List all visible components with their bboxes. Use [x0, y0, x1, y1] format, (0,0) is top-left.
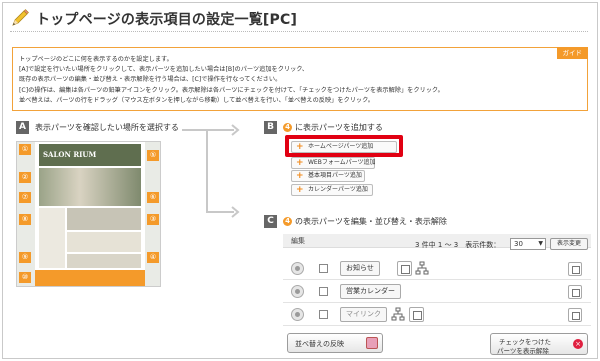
thumb-tab-7[interactable]: ⑦ [19, 192, 31, 203]
add-webform-part-button[interactable]: + WEBフォームパーツ追加 [291, 157, 376, 169]
per-page-value: 30 [514, 240, 523, 248]
thumb-tab-8[interactable]: ⑧ [19, 214, 31, 225]
guide-badge: ガイド [556, 47, 588, 59]
thumb-tab-5[interactable]: ⑤ [147, 150, 159, 161]
hide-checked-button[interactable]: チェックをつけた パーツを表示解除 × [490, 333, 588, 355]
tree-icon[interactable] [391, 307, 405, 322]
hide-checked-line2: パーツを表示解除 [497, 347, 549, 355]
pencil-icon [12, 9, 29, 26]
add-calendar-part-label: カレンダーパーツ追加 [308, 186, 368, 193]
section-c-num: 4 [283, 217, 292, 226]
section-b-heading: B 4 に表示パーツを追加する [264, 121, 383, 134]
arrow-head-c-icon [231, 206, 240, 218]
thumb-tab-2[interactable]: ② [19, 172, 31, 183]
reorder-icon [366, 337, 378, 349]
gear-icon[interactable] [291, 262, 304, 275]
section-c-text: の表示パーツを編集・並び替え・表示解除 [295, 217, 447, 226]
guide-line-2: [A]で設定を行いたい場所をクリックして、表示パーツを追加したい場合は[B]のパ… [19, 66, 309, 73]
part-button[interactable]: お知らせ [340, 261, 380, 276]
per-page-select[interactable]: 30 ▼ [510, 238, 546, 250]
chevron-down-icon: ▼ [538, 240, 543, 247]
section-b-text: に表示パーツを追加する [295, 123, 383, 132]
highlight-box [285, 135, 403, 157]
row-checkbox[interactable] [319, 287, 328, 296]
edit-column-header: 編集 [291, 237, 305, 245]
remove-icon: × [573, 339, 583, 349]
part-button[interactable]: マイリンク [340, 307, 387, 322]
page-title: トップページの表示項目の設定一覧[PC] [36, 12, 298, 28]
thumb-tab-6[interactable]: ⑥ [147, 192, 159, 203]
table-row[interactable]: お知らせ [283, 258, 591, 280]
apply-order-label: 並べ替えの反映 [295, 340, 344, 348]
edit-icon[interactable] [397, 261, 412, 276]
section-b-num: 4 [283, 123, 292, 132]
change-display-button[interactable]: 表示変更 [550, 238, 588, 250]
add-basic-part-button[interactable]: + 基本項目パーツ追加 [291, 170, 365, 182]
section-c-heading: C 4 の表示パーツを編集・並び替え・表示解除 [264, 215, 447, 228]
arrow-to-b [182, 129, 234, 131]
arrow-vertical [206, 130, 208, 212]
thumb-tab-3[interactable]: ③ [147, 214, 159, 225]
thumb-sidebar [39, 208, 65, 268]
thumb-block-1 [67, 208, 141, 230]
plus-icon: + [296, 185, 304, 195]
title-bar: トップページの表示項目の設定一覧[PC] [10, 6, 588, 32]
gear-icon[interactable] [291, 285, 304, 298]
thumb-tab-10[interactable]: ⑩ [19, 272, 31, 283]
thumb-block-2 [67, 232, 141, 252]
section-c-letter: C [264, 215, 277, 228]
table-row[interactable]: 営業カレンダー [283, 281, 591, 303]
row-checkbox[interactable] [319, 264, 328, 273]
layout-thumbnail[interactable]: SALON RIUM ① ② ⑦ ⑧ ⑨ ⑩ ⑤ ⑥ ③ ④ [16, 141, 161, 287]
edit-icon[interactable] [409, 307, 424, 322]
plus-icon: + [296, 158, 304, 168]
arrow-head-b-icon [231, 124, 240, 136]
thumb-footer-highlight [35, 270, 145, 286]
guide-line-1: トップページのどこに何を表示するのかを設定します。 [19, 56, 173, 63]
section-b-letter: B [264, 121, 277, 134]
pager-text: 3 件中 1 ～ 3 表示件数： [415, 241, 501, 249]
thumb-tab-9[interactable]: ⑨ [19, 252, 31, 263]
guide-box: ガイド トップページのどこに何を表示するのかを設定します。 [A]で設定を行いた… [12, 47, 588, 111]
thumb-hero [39, 168, 141, 206]
apply-order-button[interactable]: 並べ替えの反映 [287, 333, 383, 353]
tree-icon[interactable] [415, 261, 429, 276]
section-a-text: 表示パーツを確認したい場所を選択する [35, 123, 179, 132]
thumb-block-3 [67, 254, 141, 268]
guide-line-3: 既存の表示パーツの編集・並び替え・表示解除を行う場合は、[C]で操作を行なってく… [19, 76, 282, 83]
add-below-icon[interactable] [568, 285, 582, 299]
thumb-brand: SALON RIUM [43, 150, 97, 159]
guide-line-4: [C]の操作は、編集は各パーツの鉛筆アイコンをクリック。表示解除は各パーツにチェ… [19, 87, 444, 94]
add-webform-part-label: WEBフォームパーツ追加 [308, 159, 376, 166]
add-below-icon[interactable] [568, 308, 582, 322]
add-basic-part-label: 基本項目パーツ追加 [308, 172, 362, 179]
thumb-tab-4[interactable]: ④ [147, 252, 159, 263]
add-below-icon[interactable] [568, 262, 582, 276]
section-a-letter: A [16, 121, 29, 134]
part-button[interactable]: 営業カレンダー [340, 284, 401, 299]
guide-line-5: 並べ替えは、パーツの行をドラッグ（マウス左ボタンを押しながら移動）して並べ替えを… [19, 97, 374, 104]
row-checkbox[interactable] [319, 310, 328, 319]
gear-icon[interactable] [291, 308, 304, 321]
plus-icon: + [296, 171, 304, 181]
table-row[interactable]: マイリンク [283, 304, 591, 326]
section-a-heading: A 表示パーツを確認したい場所を選択する [16, 121, 179, 134]
add-calendar-part-button[interactable]: + カレンダーパーツ追加 [291, 184, 373, 196]
thumb-tab-1[interactable]: ① [19, 144, 31, 155]
